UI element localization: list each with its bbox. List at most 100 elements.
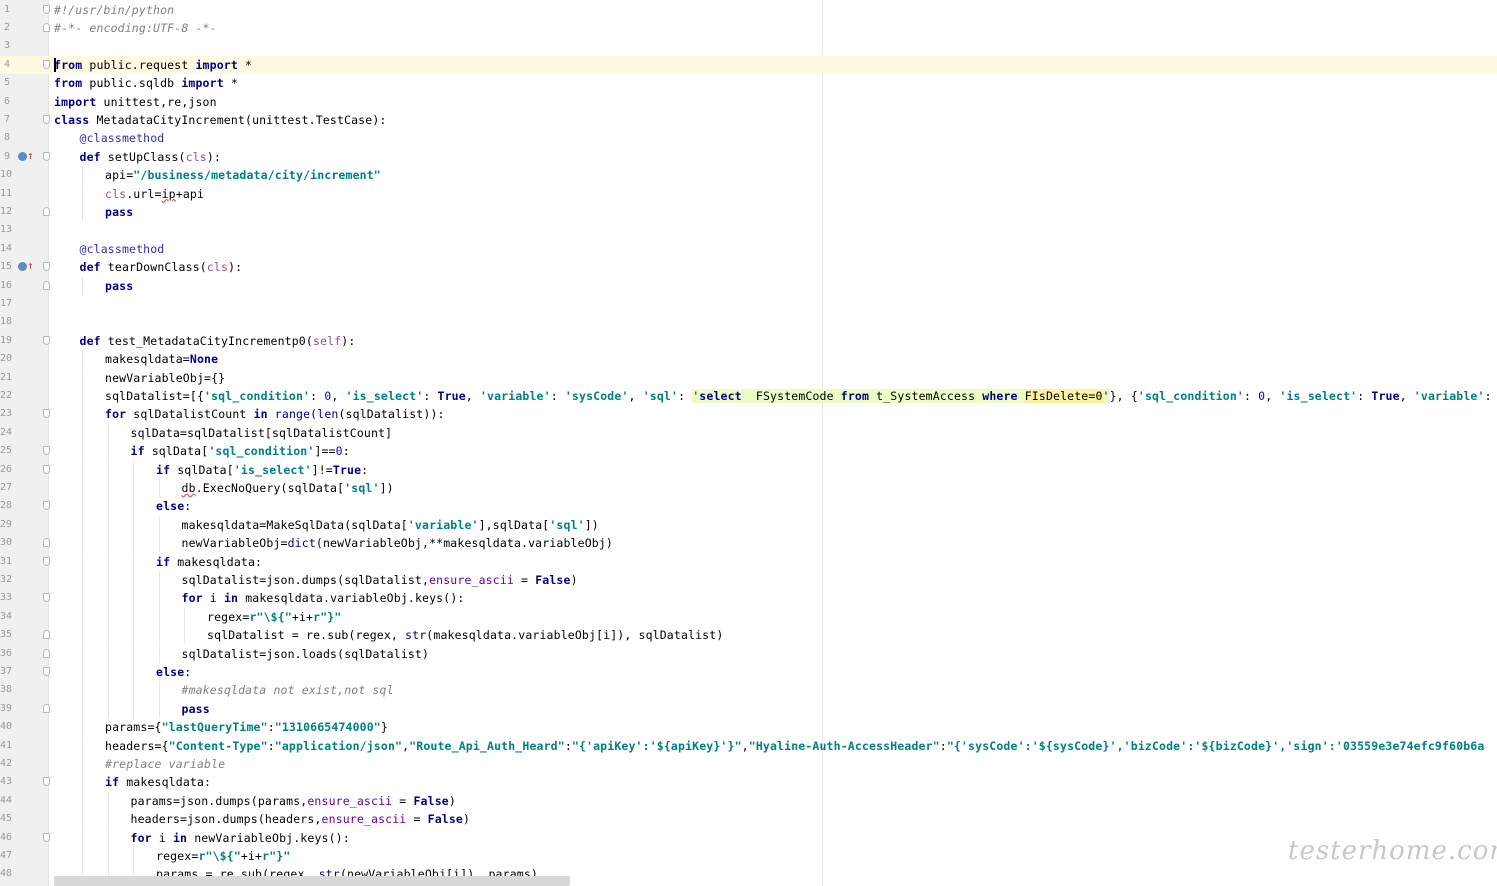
- code-text[interactable]: db.ExecNoQuery(sqlData['sql']): [182, 479, 394, 497]
- code-line[interactable]: 45 headers=json.dumps(headers,ensure_asci…: [0, 810, 1497, 829]
- code-line[interactable]: 9 ↑ def setUpClass(cls):: [0, 148, 1497, 166]
- code-text[interactable]: regex=r"\${"+i+r"}": [156, 847, 290, 865]
- fold-toggle-icon[interactable]: [43, 593, 50, 603]
- fold-toggle-icon[interactable]: [43, 832, 50, 842]
- code-text[interactable]: for sqlDatalistCount in range(len(sqlDat…: [105, 405, 445, 423]
- code-text[interactable]: import unittest,re,json: [54, 93, 217, 111]
- fold-toggle-icon[interactable]: [43, 409, 50, 419]
- code-text[interactable]: cls.url=ip+api: [105, 185, 204, 203]
- code-text[interactable]: newVariableObj={}: [105, 369, 225, 387]
- fold-toggle-icon[interactable]: [43, 446, 50, 456]
- code-line[interactable]: 38 #makesqldata not exist,not sql: [0, 681, 1497, 700]
- code-line[interactable]: 40 params={"lastQueryTime":"1310665474000…: [0, 718, 1497, 737]
- code-text[interactable]: if makesqldata:: [105, 773, 211, 791]
- fold-toggle-icon[interactable]: [43, 206, 50, 216]
- fold-toggle-icon[interactable]: [43, 335, 50, 345]
- code-text[interactable]: def tearDownClass(cls):: [80, 258, 243, 276]
- code-line[interactable]: 11 cls.url=ip+api: [0, 184, 1497, 203]
- fold-toggle-icon[interactable]: [43, 501, 50, 511]
- fold-toggle-icon[interactable]: [43, 114, 50, 124]
- code-line[interactable]: 16 pass: [0, 276, 1497, 295]
- code-text[interactable]: if sqlData['sql_condition']==0:: [131, 442, 350, 460]
- code-text[interactable]: params={"lastQueryTime":"1310665474000"}: [105, 718, 388, 736]
- fold-toggle-icon[interactable]: [43, 262, 50, 272]
- fold-toggle-icon[interactable]: [43, 556, 50, 566]
- code-line[interactable]: 10 api="/business/metadata/city/increment…: [0, 166, 1497, 185]
- code-line[interactable]: 29 makesqldata=MakeSqlData(sqlData['varia…: [0, 515, 1497, 535]
- code-line[interactable]: 13: [0, 221, 1497, 239]
- code-text[interactable]: for i in makesqldata.variableObj.keys():: [182, 589, 465, 607]
- code-text[interactable]: sqlDatalist=json.loads(sqlDatalist): [182, 645, 430, 663]
- code-line[interactable]: 18: [0, 313, 1497, 331]
- code-editor[interactable]: 1 #!/usr/bin/python 2 #-*- encoding:UTF-8 -…: [0, 0, 1497, 886]
- horizontal-scrollbar[interactable]: [54, 876, 570, 886]
- code-line[interactable]: 12 pass: [0, 202, 1497, 222]
- fold-toggle-icon[interactable]: [43, 22, 50, 32]
- override-method-icon[interactable]: [18, 262, 27, 272]
- code-text[interactable]: #makesqldata not exist,not sql: [182, 681, 394, 699]
- code-text[interactable]: from public.sqldb import *: [54, 74, 238, 92]
- code-text[interactable]: sqlDatalist=json.dumps(sqlDatalist,ensur…: [182, 571, 578, 589]
- code-line[interactable]: 46 for i in newVariableObj.keys():: [0, 828, 1497, 847]
- code-text[interactable]: @classmethod: [80, 240, 165, 258]
- code-text[interactable]: #-*- encoding:UTF-8 -*-: [54, 19, 217, 37]
- code-text[interactable]: pass: [105, 277, 133, 295]
- code-line[interactable]: 4 from public.request import *: [0, 55, 1497, 75]
- code-text[interactable]: sqlData=sqlDatalist[sqlDatalistCount]: [131, 424, 393, 442]
- fold-toggle-icon[interactable]: [43, 151, 50, 161]
- code-line[interactable]: 26 if sqlData['is_select']!=True:: [0, 460, 1497, 479]
- fold-toggle-icon[interactable]: [43, 59, 50, 69]
- code-line[interactable]: 37 else:: [0, 662, 1497, 682]
- code-line[interactable]: 33 for i in makesqldata.variableObj.keys(…: [0, 589, 1497, 608]
- fold-toggle-icon[interactable]: [43, 703, 50, 713]
- code-line[interactable]: 8 @classmethod: [0, 129, 1497, 147]
- fold-toggle-icon[interactable]: [43, 666, 50, 676]
- code-text[interactable]: api="/business/metadata/city/increment": [105, 166, 381, 184]
- override-arrow-icon[interactable]: ↑: [27, 149, 34, 163]
- code-line[interactable]: 3: [0, 37, 1497, 55]
- code-text[interactable]: makesqldata=None: [105, 350, 218, 368]
- code-text[interactable]: class MetadataCityIncrement(unittest.Tes…: [54, 111, 386, 129]
- code-line[interactable]: 14 @classmethod: [0, 240, 1497, 258]
- code-line[interactable]: 24 sqlData=sqlDatalist[sqlDatalistCount]: [0, 423, 1497, 443]
- code-line[interactable]: 47 regex=r"\${"+i+r"}": [0, 846, 1497, 866]
- fold-toggle-icon[interactable]: [43, 630, 50, 640]
- code-text[interactable]: def test_MetadataCityIncrementp0(self):: [80, 332, 356, 350]
- override-method-icon[interactable]: [18, 151, 27, 161]
- code-line[interactable]: 6 import unittest,re,json: [0, 93, 1497, 111]
- code-text[interactable]: headers={"Content-Type":"application/jso…: [105, 737, 1484, 755]
- fold-toggle-icon[interactable]: [43, 4, 50, 14]
- code-text[interactable]: params=json.dumps(params,ensure_ascii = …: [131, 792, 456, 810]
- code-line[interactable]: 15 ↑ def tearDownClass(cls):: [0, 258, 1497, 276]
- code-line[interactable]: 32 sqlDatalist=json.dumps(sqlDatalist,ens…: [0, 570, 1497, 590]
- code-text[interactable]: else:: [156, 497, 191, 515]
- code-line[interactable]: 35 sqlDatalist = re.sub(regex, str(makesq…: [0, 626, 1497, 645]
- code-text[interactable]: sqlDatalist=[{'sql_condition': 0, 'is_se…: [105, 387, 1497, 405]
- code-line[interactable]: 36 sqlDatalist=json.loads(sqlDatalist): [0, 644, 1497, 663]
- code-line[interactable]: 42 #replace variable: [0, 754, 1497, 774]
- code-line[interactable]: 44 params=json.dumps(params,ensure_ascii …: [0, 791, 1497, 811]
- override-arrow-icon[interactable]: ↑: [27, 259, 34, 273]
- code-line[interactable]: 28 else:: [0, 497, 1497, 516]
- code-text[interactable]: pass: [105, 203, 133, 221]
- code-line[interactable]: 23 for sqlDatalistCount in range(len(sqlD…: [0, 405, 1497, 424]
- code-line[interactable]: 43 if makesqldata:: [0, 773, 1497, 792]
- code-line[interactable]: 25 if sqlData['sql_condition']==0:: [0, 442, 1497, 461]
- code-text[interactable]: if sqlData['is_select']!=True:: [156, 461, 368, 479]
- code-line[interactable]: 5 from public.sqldb import *: [0, 74, 1497, 92]
- code-text[interactable]: for i in newVariableObj.keys():: [131, 829, 350, 847]
- code-text[interactable]: newVariableObj=dict(newVariableObj,**mak…: [182, 534, 614, 552]
- fold-toggle-icon[interactable]: [43, 538, 50, 548]
- fold-toggle-icon[interactable]: [43, 648, 50, 658]
- fold-toggle-icon[interactable]: [43, 280, 50, 290]
- code-line[interactable]: 2 #-*- encoding:UTF-8 -*-: [0, 19, 1497, 37]
- code-text[interactable]: makesqldata=MakeSqlData(sqlData['variabl…: [182, 516, 599, 534]
- code-line[interactable]: 20 makesqldata=None: [0, 350, 1497, 369]
- code-text[interactable]: def setUpClass(cls):: [80, 148, 222, 166]
- code-line[interactable]: 39 pass: [0, 699, 1497, 719]
- code-text[interactable]: @classmethod: [80, 129, 165, 147]
- code-text[interactable]: pass: [182, 700, 210, 718]
- code-text[interactable]: else:: [156, 663, 191, 681]
- fold-toggle-icon[interactable]: [43, 464, 50, 474]
- fold-toggle-icon[interactable]: [43, 777, 50, 787]
